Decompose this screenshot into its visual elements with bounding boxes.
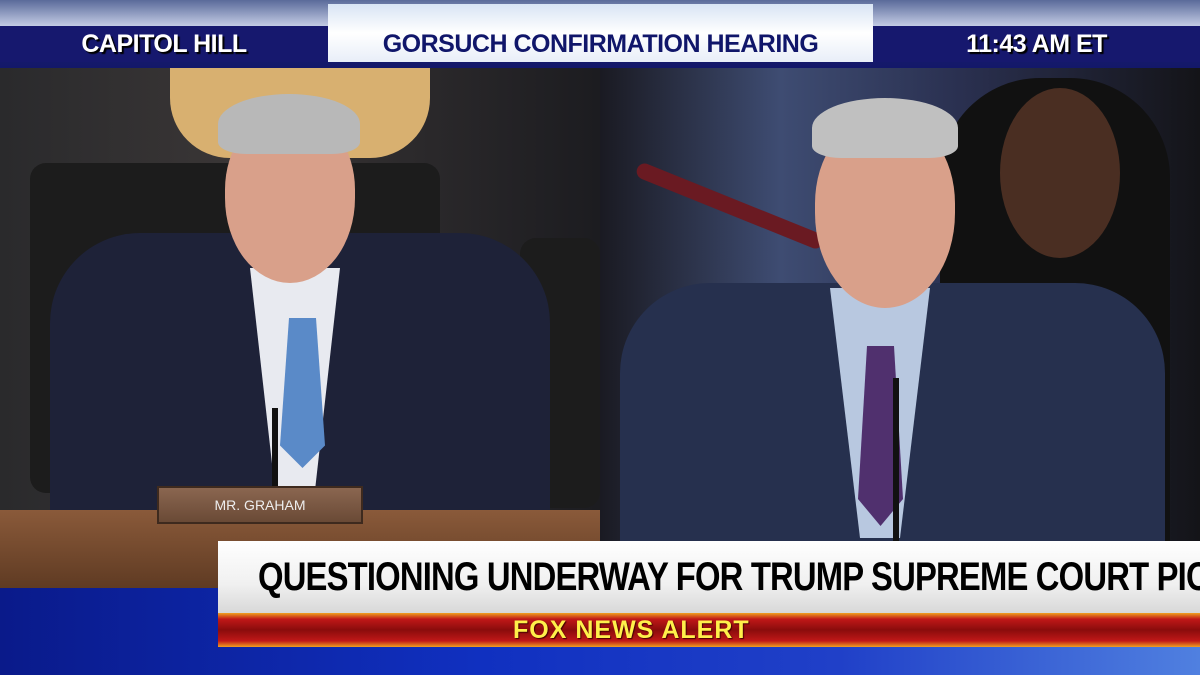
right-video-feed bbox=[600, 68, 1200, 588]
headline-box: QUESTIONING UNDERWAY FOR TRUMP SUPREME C… bbox=[218, 541, 1200, 613]
background-person-head bbox=[1000, 88, 1120, 258]
topic-label: GORSUCH CONFIRMATION HEARING bbox=[328, 4, 873, 62]
nameplate: MR. GRAHAM bbox=[157, 486, 363, 524]
microphone bbox=[893, 378, 899, 558]
time-label: 11:43 AM ET bbox=[873, 26, 1200, 62]
nominee-hair bbox=[812, 98, 958, 158]
alert-bar: FOX NEWS ALERT bbox=[218, 613, 1200, 647]
rope-barrier bbox=[634, 161, 826, 251]
senator-hair bbox=[218, 94, 360, 154]
location-label: CAPITOL HILL bbox=[0, 26, 328, 62]
headline-text: QUESTIONING UNDERWAY FOR TRUMP SUPREME C… bbox=[258, 554, 1200, 599]
alert-text: FOX NEWS ALERT bbox=[513, 615, 750, 644]
top-banner: CAPITOL HILL GORSUCH CONFIRMATION HEARIN… bbox=[0, 0, 1200, 68]
